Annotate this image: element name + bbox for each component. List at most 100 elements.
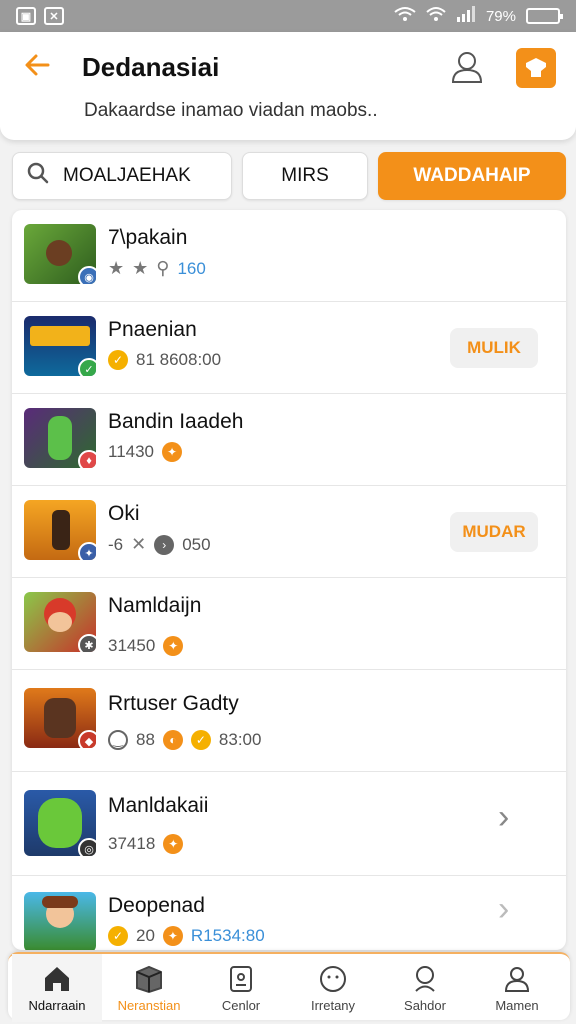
tab-label: MOALJAEHAK: [63, 165, 191, 186]
app-header: Dedanasiai Dakaardse inamao viadan maobs…: [0, 32, 576, 140]
back-arrow-icon[interactable]: [22, 50, 52, 80]
filter-tabs: MOALJAEHAK MIRS WADDAHAIP: [12, 152, 566, 200]
user-icon[interactable]: [450, 50, 484, 84]
tab-search[interactable]: MOALJAEHAK: [12, 152, 232, 200]
nav-search[interactable]: Sahdor: [380, 954, 470, 1022]
coin-icon: ◐: [162, 730, 183, 750]
star-icon: ★: [132, 258, 149, 278]
wifi-icon: [394, 6, 416, 26]
notification-icon: ✕: [44, 7, 64, 25]
item-title: Namldaijn: [108, 594, 202, 617]
game-thumbnail: [24, 892, 96, 950]
wifi-icon-secondary: [426, 6, 446, 26]
star-icon: ★: [108, 258, 125, 278]
coin-icon: ✓: [108, 350, 128, 370]
item-title: Rrtuser Gadty: [108, 692, 239, 715]
nav-home[interactable]: Ndarraain: [12, 954, 102, 1022]
document-icon: [226, 964, 256, 994]
tag-icon: ⚲: [156, 258, 170, 278]
game-thumbnail: ◆: [24, 688, 96, 748]
chevron-right-icon[interactable]: ›: [498, 798, 509, 837]
list-item[interactable]: ✦ Oki -6 ✕ › 050 MUDAR: [12, 486, 566, 578]
list-item[interactable]: ◎ Manldakaii 37418 ✦ ›: [12, 772, 566, 876]
list-item[interactable]: ✱ Namldaijn 31450 ✦: [12, 578, 566, 670]
platform-badge-icon: ✓: [78, 358, 96, 376]
action-button[interactable]: MUDAR: [450, 512, 538, 552]
game-thumbnail: ✦: [24, 500, 96, 560]
game-list: ◉ 7\pakain ★ ★ ⚲ 160 ✓ Pnaenian ✓ 81 860…: [12, 210, 566, 950]
item-meta: 31450 ✦: [108, 636, 184, 656]
platform-badge-icon: ♦: [78, 450, 96, 468]
coin-icon: ✦: [162, 926, 183, 946]
item-count: 88: [136, 730, 155, 749]
page-title: Dedanasiai: [82, 52, 220, 82]
item-count-secondary: 050: [182, 534, 211, 554]
platform-badge-icon: ◉: [78, 266, 96, 284]
item-meta: -6 ✕ › 050: [108, 534, 211, 555]
home-icon: [42, 964, 72, 994]
search-icon: [410, 964, 440, 994]
coin-icon: ✦: [163, 636, 184, 656]
item-count: 20: [136, 926, 155, 945]
nav-label: Neranstian: [117, 997, 181, 1013]
item-count: 160: [177, 258, 206, 278]
nav-label: Sahdor: [404, 997, 446, 1013]
coin-icon: ✦: [162, 442, 183, 462]
tab-active[interactable]: WADDAHAIP: [378, 152, 566, 200]
item-count: 11430: [108, 442, 155, 461]
item-count-secondary: 83:00: [218, 730, 262, 749]
item-count: 31450: [108, 636, 156, 655]
tab-label: MIRS: [281, 165, 329, 186]
status-bar: ▣ ✕ 79%: [0, 0, 576, 32]
nav-inventory[interactable]: Irretany: [288, 954, 378, 1022]
item-count: 81 8608:00: [136, 350, 222, 369]
item-meta: ✓ 20 ✦ R1534:80: [108, 926, 265, 946]
app-logo-icon[interactable]: [516, 48, 556, 88]
list-item[interactable]: Deopenad ✓ 20 ✦ R1534:80 ›: [12, 876, 566, 950]
item-title: Bandin Iaadeh: [108, 410, 244, 433]
gallery-icon: ▣: [16, 7, 36, 25]
game-thumbnail: ◉: [24, 224, 96, 284]
item-count: 37418: [108, 834, 156, 853]
item-meta: ‿ 88 ◐ ✓ 83:00: [108, 730, 261, 750]
tab-mirs[interactable]: MIRS: [242, 152, 368, 200]
coin-icon: ✓: [108, 926, 128, 946]
close-icon: ✕: [131, 534, 147, 554]
profile-icon: [502, 964, 532, 994]
nav-label: Cenlor: [221, 997, 261, 1013]
search-icon: [27, 162, 49, 190]
game-thumbnail: ◎: [24, 790, 96, 856]
nav-label: Mamen: [495, 997, 539, 1013]
box-icon: [134, 964, 164, 994]
battery-percent: 79%: [485, 7, 516, 25]
game-thumbnail: ✱: [24, 592, 96, 652]
game-thumbnail: ✓: [24, 316, 96, 376]
nav-store[interactable]: Neranstian: [104, 954, 194, 1022]
face-icon: [318, 964, 348, 994]
item-meta: ★ ★ ⚲ 160: [108, 258, 206, 279]
nav-profile[interactable]: Mamen: [472, 954, 562, 1022]
action-button[interactable]: MULIK: [450, 328, 538, 368]
page-subtitle: Dakaardse inamao viadan maobs..: [84, 100, 378, 121]
chevron-right-icon[interactable]: ›: [498, 890, 509, 929]
item-meta: 11430 ✦: [108, 442, 183, 462]
item-title: Pnaenian: [108, 318, 197, 341]
item-meta: ✓ 81 8608:00: [108, 350, 221, 370]
nav-center[interactable]: Cenlor: [196, 954, 286, 1022]
nav-label: Irretany: [310, 997, 356, 1013]
check-coin-icon: ✓: [190, 730, 211, 750]
bottom-nav: Ndarraain Neranstian Cenlor Irretany Sah…: [8, 952, 570, 1022]
list-item[interactable]: ◆ Rrtuser Gadty ‿ 88 ◐ ✓ 83:00: [12, 670, 566, 772]
nav-label: Ndarraain: [28, 997, 86, 1013]
item-title: Deopenad: [108, 894, 205, 917]
list-item[interactable]: ◉ 7\pakain ★ ★ ⚲ 160: [12, 210, 566, 302]
platform-badge-icon: ◆: [78, 730, 96, 748]
platform-badge-icon: ✱: [78, 634, 96, 652]
game-thumbnail: ♦: [24, 408, 96, 468]
tab-label: WADDAHAIP: [413, 165, 531, 186]
list-item[interactable]: ✓ Pnaenian ✓ 81 8608:00 MULIK: [12, 302, 566, 394]
item-title: 7\pakain: [108, 226, 188, 249]
platform-badge-icon: ◎: [78, 838, 96, 856]
list-item[interactable]: ♦ Bandin Iaadeh 11430 ✦: [12, 394, 566, 486]
item-count: -6: [108, 534, 124, 554]
